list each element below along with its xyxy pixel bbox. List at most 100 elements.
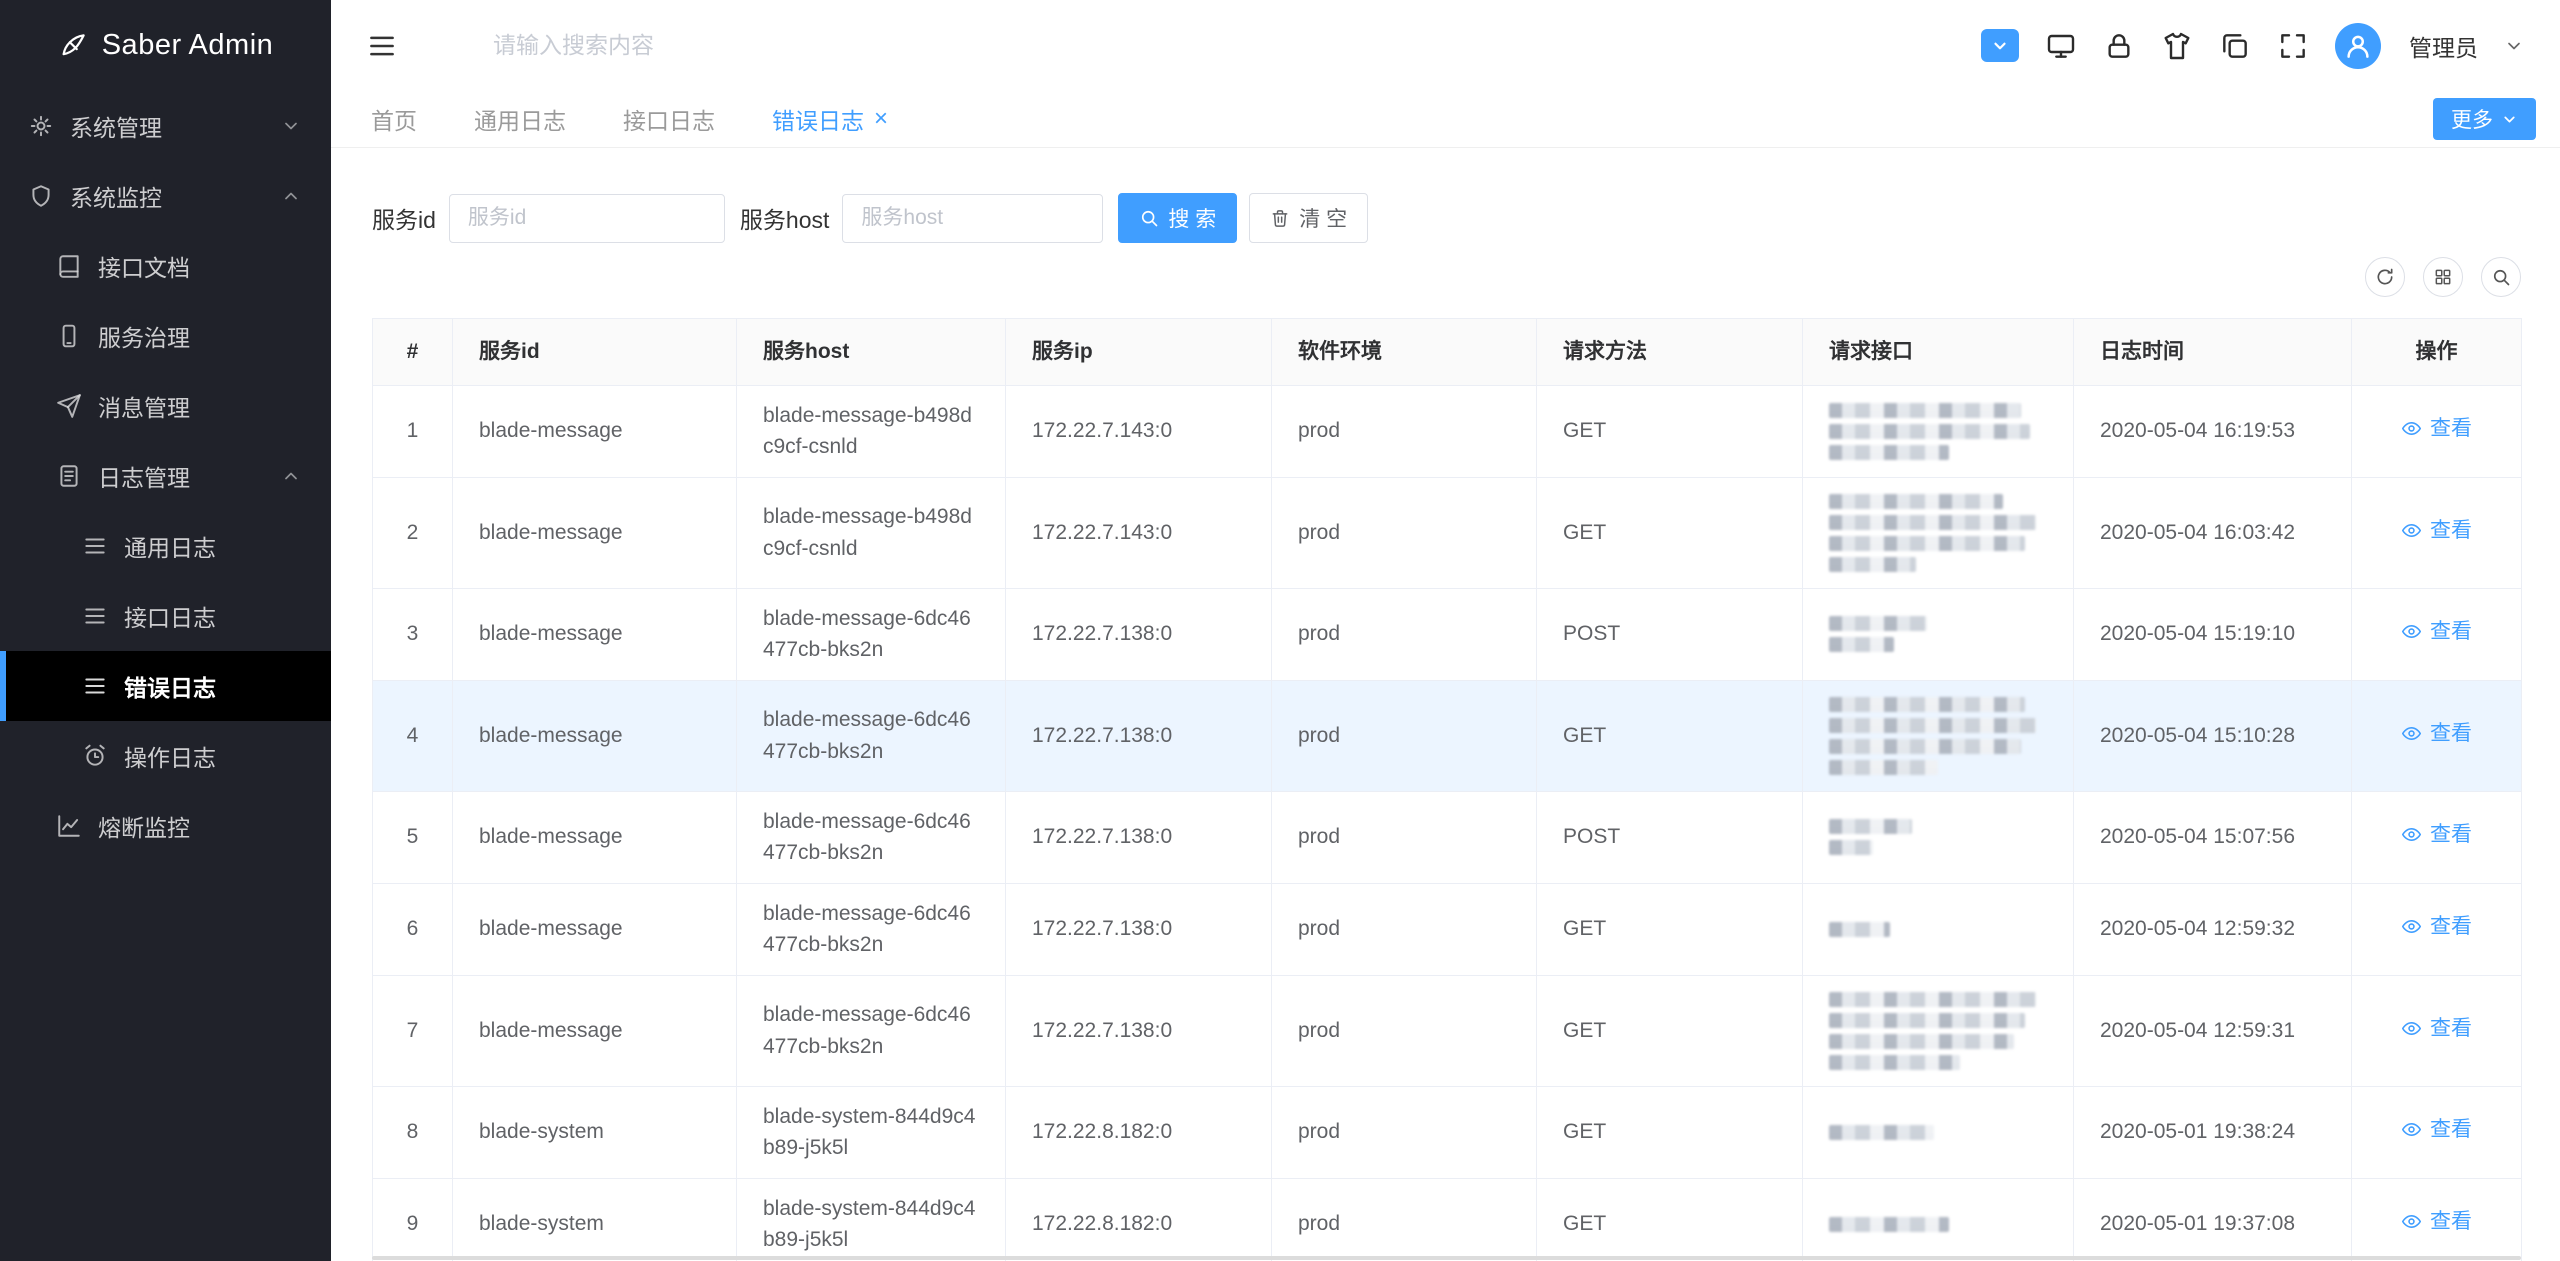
- view-link[interactable]: 查看: [2401, 616, 2472, 648]
- service-host-input[interactable]: [842, 194, 1103, 243]
- view-link[interactable]: 查看: [2401, 515, 2472, 547]
- cell-service_ip: 172.22.7.143:0: [1006, 385, 1272, 477]
- cell-method: GET: [1537, 975, 1803, 1086]
- horizontal-scrollbar[interactable]: [372, 1256, 2521, 1260]
- search-icon: [1139, 208, 1159, 228]
- sidebar-item-label: 消息管理: [98, 389, 190, 423]
- sidebar-item-api-docs[interactable]: 接口文档: [0, 231, 331, 301]
- redacted-content: [1829, 695, 2047, 777]
- table-row: 6blade-messageblade-message-6dc46477cb-b…: [373, 883, 2522, 975]
- view-link-label: 查看: [2430, 911, 2472, 943]
- view-link[interactable]: 查看: [2401, 1013, 2472, 1045]
- sidebar-item-log-management[interactable]: 日志管理: [0, 441, 331, 511]
- user-name[interactable]: 管理员: [2409, 29, 2478, 63]
- cell-service_ip: 172.22.8.182:0: [1006, 1086, 1272, 1178]
- tab-home[interactable]: 首页: [371, 102, 417, 136]
- lock-icon[interactable]: [2103, 30, 2135, 62]
- table-row: 8blade-systemblade-system-844d9c4b89-j5k…: [373, 1086, 2522, 1178]
- table-row: 1blade-messageblade-message-b498dc9cf-cs…: [373, 385, 2522, 477]
- refresh-icon[interactable]: [2365, 257, 2405, 297]
- chart-icon: [56, 813, 82, 839]
- search-toggle-icon[interactable]: [2481, 257, 2521, 297]
- fullscreen-icon[interactable]: [2277, 30, 2309, 62]
- grid-icon[interactable]: [2423, 257, 2463, 297]
- cell-action: 查看: [2352, 477, 2522, 588]
- view-link[interactable]: 查看: [2401, 911, 2472, 943]
- tab-label: 通用日志: [474, 102, 566, 136]
- cell-index: 6: [373, 883, 453, 975]
- view-link-label: 查看: [2430, 1013, 2472, 1045]
- view-link[interactable]: 查看: [2401, 718, 2472, 750]
- column-header-4: 软件环境: [1272, 319, 1537, 386]
- tab-api-log[interactable]: 接口日志: [623, 102, 715, 136]
- global-search-input[interactable]: [493, 32, 923, 59]
- chevron-up-icon: [281, 466, 301, 486]
- error-log-table: #服务id服务host服务ip软件环境请求方法请求接口日志时间操作 1blade…: [372, 318, 2522, 1261]
- cell-log_time: 2020-05-04 12:59:31: [2074, 975, 2352, 1086]
- hamburger-menu-icon[interactable]: [367, 31, 397, 61]
- chevron-down-icon: [281, 116, 301, 136]
- sidebar-item-label: 熔断监控: [98, 809, 190, 843]
- clear-button[interactable]: 清 空: [1249, 193, 1368, 243]
- sidebar-item-circuit-monitor[interactable]: 熔断监控: [0, 791, 331, 861]
- list-icon: [82, 603, 108, 629]
- sidebar-item-system-management[interactable]: 系统管理: [0, 91, 331, 161]
- table-row: 7blade-messageblade-message-6dc46477cb-b…: [373, 975, 2522, 1086]
- sidebar-item-operation-log[interactable]: 操作日志: [0, 721, 331, 791]
- cell-service_ip: 172.22.7.138:0: [1006, 680, 1272, 791]
- content: 服务id 服务host 搜 索 清 空: [331, 148, 2560, 1261]
- search-button[interactable]: 搜 索: [1118, 193, 1237, 243]
- sidebar-nav: 系统管理系统监控接口文档服务治理消息管理日志管理通用日志接口日志错误日志操作日志…: [0, 91, 331, 861]
- user-chevron-down-icon[interactable]: [2504, 36, 2524, 56]
- view-link-label: 查看: [2430, 819, 2472, 851]
- cell-method: GET: [1537, 1178, 1803, 1261]
- screens-icon[interactable]: [2219, 30, 2251, 62]
- cell-index: 9: [373, 1178, 453, 1261]
- service-id-label: 服务id: [372, 201, 436, 235]
- book-icon: [56, 253, 82, 279]
- cell-index: 3: [373, 588, 453, 680]
- clear-button-label: 清 空: [1299, 203, 1347, 233]
- sidebar-item-api-log[interactable]: 接口日志: [0, 581, 331, 651]
- sidebar-item-general-log[interactable]: 通用日志: [0, 511, 331, 581]
- more-button[interactable]: 更多: [2433, 98, 2536, 140]
- view-link[interactable]: 查看: [2401, 1206, 2472, 1238]
- cell-request: [1803, 680, 2074, 791]
- column-header-7: 日志时间: [2074, 319, 2352, 386]
- phone-icon: [56, 323, 82, 349]
- cell-request: [1803, 1086, 2074, 1178]
- cell-index: 7: [373, 975, 453, 1086]
- cell-index: 5: [373, 791, 453, 883]
- sidebar-item-service-governance[interactable]: 服务治理: [0, 301, 331, 371]
- view-link-label: 查看: [2430, 413, 2472, 445]
- chevron-down-icon: [2501, 111, 2518, 128]
- sidebar-item-error-log[interactable]: 错误日志: [0, 651, 331, 721]
- tab-close-icon[interactable]: ×: [874, 107, 888, 131]
- tab-general-log[interactable]: 通用日志: [474, 102, 566, 136]
- view-link[interactable]: 查看: [2401, 413, 2472, 445]
- sidebar-item-label: 日志管理: [98, 459, 190, 493]
- cell-action: 查看: [2352, 791, 2522, 883]
- trash-icon: [1270, 208, 1290, 228]
- cell-log_time: 2020-05-04 15:07:56: [2074, 791, 2352, 883]
- more-button-label: 更多: [2451, 104, 2493, 134]
- theme-icon[interactable]: [2161, 30, 2193, 62]
- cell-env: prod: [1272, 883, 1537, 975]
- service-id-input[interactable]: [449, 194, 725, 243]
- cell-request: [1803, 385, 2074, 477]
- sidebar-item-system-monitor[interactable]: 系统监控: [0, 161, 331, 231]
- cell-request: [1803, 883, 2074, 975]
- view-link[interactable]: 查看: [2401, 1114, 2472, 1146]
- notification-badge-icon[interactable]: [1981, 29, 2019, 62]
- cell-service_ip: 172.22.7.138:0: [1006, 588, 1272, 680]
- app-root: Saber Admin 系统管理系统监控接口文档服务治理消息管理日志管理通用日志…: [0, 0, 2560, 1261]
- sidebar-item-message-management[interactable]: 消息管理: [0, 371, 331, 441]
- cell-method: GET: [1537, 680, 1803, 791]
- cell-request: [1803, 477, 2074, 588]
- tab-error-log[interactable]: 错误日志×: [772, 102, 888, 136]
- user-avatar[interactable]: [2335, 23, 2381, 69]
- cell-env: prod: [1272, 588, 1537, 680]
- view-link[interactable]: 查看: [2401, 819, 2472, 851]
- cell-action: 查看: [2352, 883, 2522, 975]
- monitor-icon[interactable]: [2045, 30, 2077, 62]
